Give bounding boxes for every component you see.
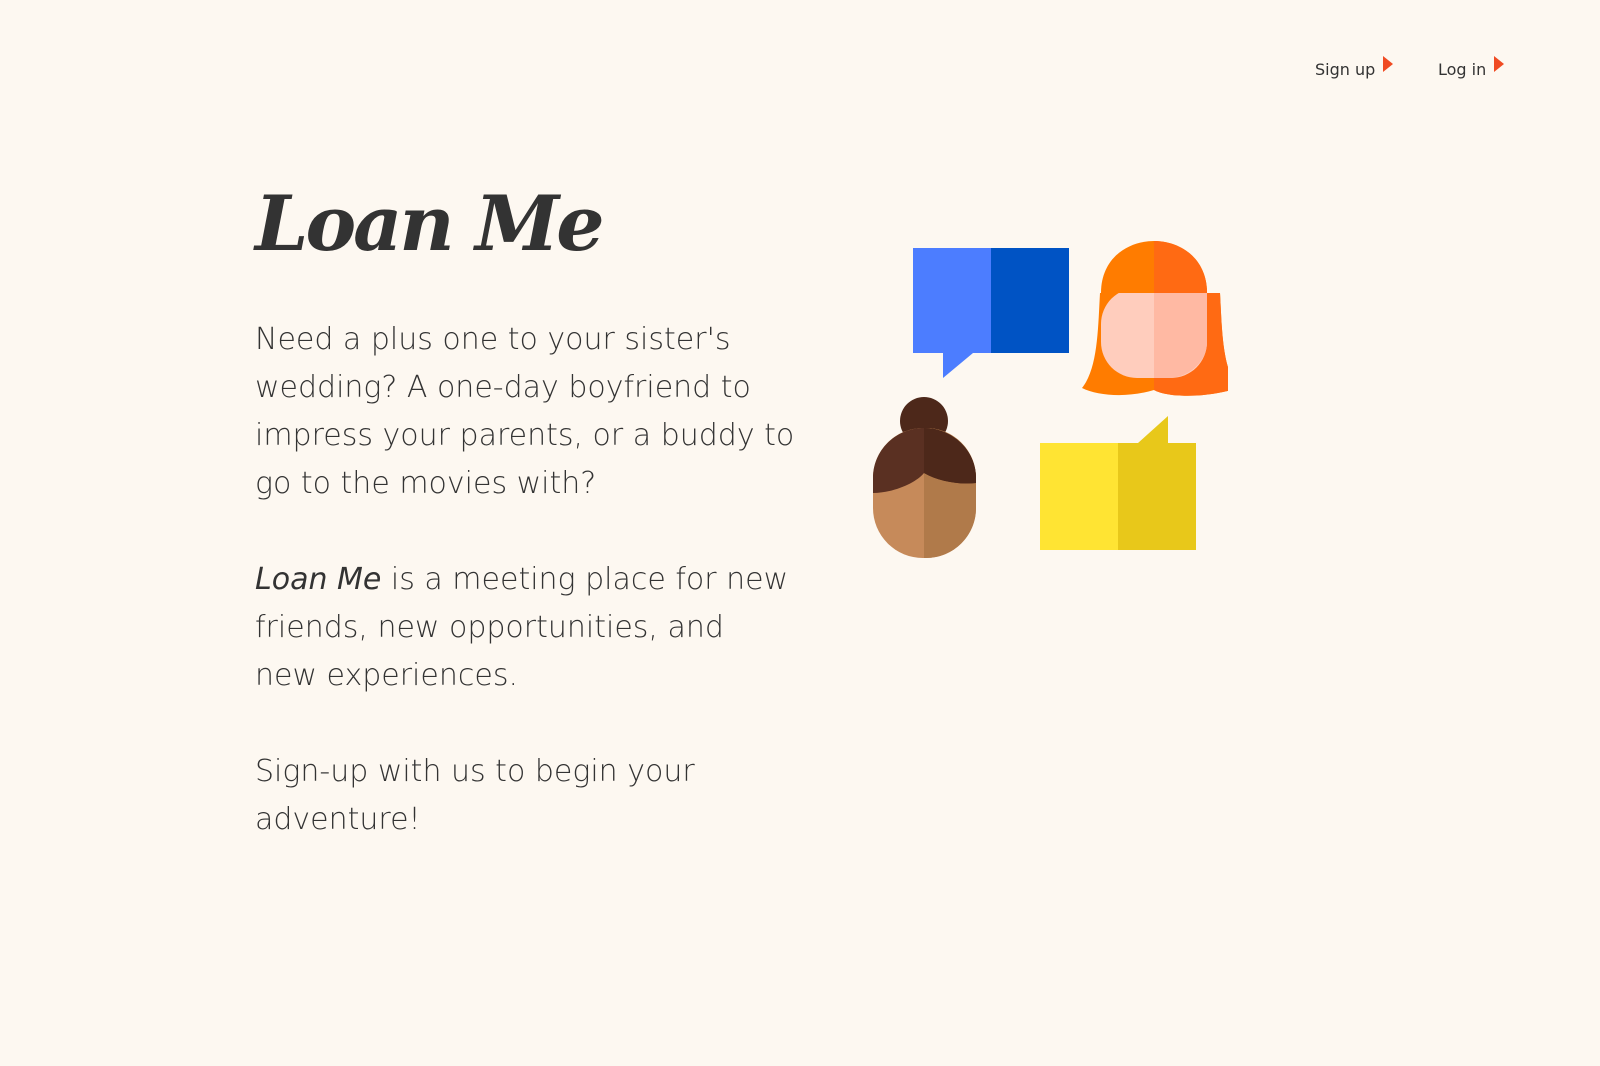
man-avatar-icon — [873, 397, 976, 558]
illustration-svg — [873, 241, 1238, 558]
logo: Loan Me — [255, 179, 605, 268]
signup-link[interactable]: Sign up — [1315, 55, 1394, 79]
cta-paragraph: Sign-up with us to begin your adventure! — [255, 754, 695, 837]
arrow-right-icon — [1383, 55, 1394, 72]
woman-avatar-icon — [1082, 241, 1238, 396]
top-nav: Sign up Log in — [0, 52, 1600, 92]
description-paragraph: Loan Me is a meeting place for new frien… — [255, 556, 795, 700]
arrow-right-icon — [1494, 55, 1505, 72]
login-link[interactable]: Log in — [1438, 55, 1505, 79]
brand-name-emphasis: Loan Me — [255, 562, 382, 597]
hero-section: Loan Me Need a plus one to your sister's… — [255, 170, 795, 892]
people-chatting-illustration — [868, 238, 1238, 568]
signup-label: Sign up — [1315, 60, 1376, 79]
blue-chat-bubble-icon — [913, 248, 1069, 378]
login-label: Log in — [1438, 60, 1487, 79]
yellow-chat-bubble-icon — [1040, 416, 1196, 550]
intro-paragraph: Need a plus one to your sister's wedding… — [255, 322, 795, 501]
